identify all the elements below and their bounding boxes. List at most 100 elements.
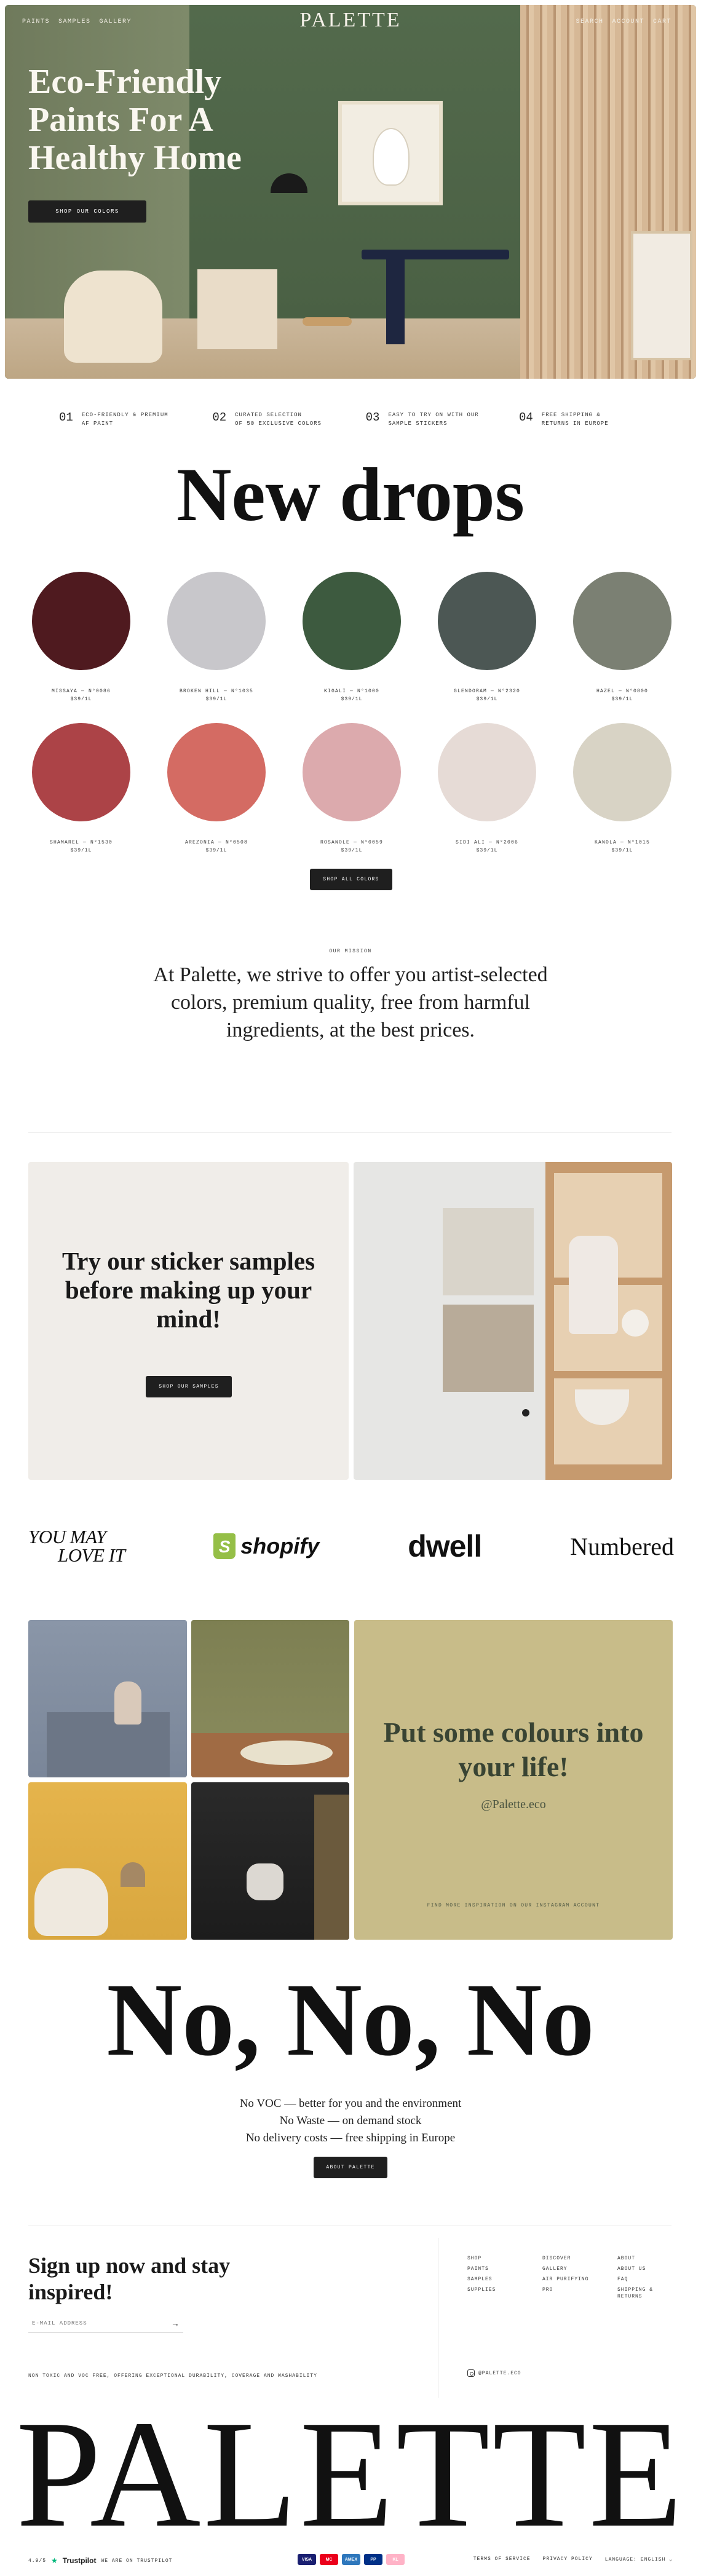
new-drops-title: New drops — [176, 452, 525, 537]
no-no-no-line: No delivery costs — free shipping in Eur… — [245, 2132, 456, 2144]
hero-sofa — [64, 271, 162, 363]
footer-column-shop: SHOP PAINTS SAMPLES SUPPLIES — [467, 2255, 520, 2300]
shopify-bag-icon: S — [213, 1533, 236, 1559]
logo-line: LOVE IT — [58, 1544, 125, 1566]
color-swatch[interactable]: GLENDORAM — N°2320 $39/1L — [438, 572, 536, 702]
sticker-promo-title: Try our sticker samples before making up… — [61, 1247, 315, 1333]
color-swatch[interactable]: MISSAYA — N°0086 $39/1L — [32, 572, 130, 702]
footer-link[interactable]: SHIPPING & RETURNS — [617, 2286, 670, 2300]
sample-sticker-light — [443, 1208, 534, 1295]
feature-text: CURATED SELECTION OF 50 EXCLUSIVE COLORS — [235, 412, 322, 427]
color-swatch[interactable]: HAZEL — N°0800 $39/1L — [573, 572, 671, 702]
shopify-wordmark: shopify — [240, 1533, 320, 1559]
about-palette-button[interactable]: ABOUT PALETTE — [314, 2157, 387, 2178]
swatch-price: $39/1L — [476, 697, 498, 702]
instagram-handle[interactable]: @Palette.eco — [354, 1798, 673, 1812]
gallery-image[interactable] — [28, 1620, 187, 1777]
feature-text: ECO-FRIENDLY & PREMIUM AF PAINT — [81, 412, 168, 427]
swatch-name: KANOLA — N°1015 — [594, 840, 650, 845]
swatch-price: $39/1L — [476, 848, 498, 853]
swatch-circle[interactable] — [573, 572, 671, 670]
footer-link[interactable]: PRO — [542, 2286, 595, 2293]
swatch-price: $39/1L — [341, 848, 363, 853]
section-divider — [28, 1132, 671, 1133]
submit-arrow-icon[interactable]: → — [171, 2318, 180, 2328]
footer-link[interactable]: ABOUT US — [617, 2266, 670, 2272]
swatch-name: KIGALI — N°1000 — [323, 689, 379, 694]
hero-wall-art — [338, 101, 443, 205]
color-swatch[interactable]: AREZONIA — N°0508 $39/1L — [167, 723, 266, 853]
swatch-name: AREZONIA — N°0508 — [184, 840, 248, 845]
payment-card-icon: PP — [364, 2554, 382, 2565]
swatch-circle[interactable] — [438, 572, 536, 670]
color-swatch[interactable]: KANOLA — N°1015 $39/1L — [573, 723, 671, 853]
swatch-circle[interactable] — [303, 572, 401, 670]
swatch-circle[interactable] — [573, 723, 671, 821]
nav-search[interactable]: SEARCH — [576, 18, 603, 25]
footer-heading: DISCOVER — [542, 2256, 571, 2261]
utility-nav: SEARCH ACCOUNT CART — [576, 18, 671, 25]
swatch-name: GLENDORAM — N°2320 — [453, 689, 520, 694]
gallery-image[interactable] — [191, 1620, 349, 1777]
footer-link[interactable]: SUPPLIES — [467, 2286, 520, 2293]
feature-strip: 01 ECO-FRIENDLY & PREMIUM AF PAINT 02 CURA… — [59, 411, 662, 428]
color-swatch[interactable]: KIGALI — N°1000 $39/1L — [303, 572, 401, 702]
swatch-circle[interactable] — [167, 572, 266, 670]
footer-link[interactable]: SAMPLES — [467, 2276, 520, 2283]
privacy-link[interactable]: PRIVACY POLICY — [543, 2556, 593, 2562]
trustpilot-wordmark: Trustpilot — [62, 2556, 97, 2565]
footer-link[interactable]: AIR PURIFYING — [542, 2276, 595, 2283]
terms-link[interactable]: TERMS OF SERVICE — [473, 2556, 531, 2562]
swatch-price: $39/1L — [205, 848, 228, 853]
shop-colors-button[interactable]: SHOP OUR COLORS — [28, 200, 146, 223]
footer-column-discover: DISCOVER GALLERY AIR PURIFYING PRO — [542, 2255, 595, 2300]
no-no-no-title: No, No, No — [106, 1962, 595, 2077]
footer-link-columns: SHOP PAINTS SAMPLES SUPPLIES DISCOVER GA… — [467, 2255, 676, 2300]
signup-title: Sign up now and stay inspired! — [28, 2253, 231, 2304]
swatch-circle[interactable] — [32, 572, 130, 670]
footer-link[interactable]: PAINTS — [467, 2266, 520, 2272]
swatch-circle[interactable] — [32, 723, 130, 821]
sample-shelf-image — [354, 1162, 672, 1480]
press-logos: YOU MAY LOVE IT Sshopify dwell Numbered — [28, 1525, 674, 1568]
trustpilot-badge[interactable]: 4.9/5 ★ Trustpilot WE ARE ON TRUSTPILOT — [28, 2556, 172, 2565]
gallery-image[interactable] — [28, 1782, 187, 1940]
footer-link[interactable]: FAQ — [617, 2276, 670, 2283]
shop-samples-button[interactable]: SHOP OUR SAMPLES — [146, 1376, 232, 1397]
footer-heading: ABOUT — [617, 2256, 636, 2261]
color-swatch[interactable]: ROSANOLE — N°0059 $39/1L — [303, 723, 401, 853]
mission-label: OUR MISSION — [329, 949, 372, 954]
email-signup-field: → — [28, 2314, 183, 2333]
feature-item: 03 EASY TO TRY ON WITH OUR SAMPLE STICKER… — [366, 411, 509, 428]
nav-cart[interactable]: CART — [653, 18, 671, 25]
swatch-circle[interactable] — [303, 723, 401, 821]
color-swatch[interactable]: SIDI ALI — N°2006 $39/1L — [438, 723, 536, 853]
nav-account[interactable]: ACCOUNT — [612, 18, 644, 25]
payment-card-icon: MC — [320, 2554, 338, 2565]
feature-number: 01 — [59, 411, 73, 424]
color-swatch[interactable]: SHAMAREL — N°1530 $39/1L — [32, 723, 130, 853]
swatch-price: $39/1L — [611, 697, 633, 702]
email-input[interactable] — [32, 2320, 155, 2326]
footer-link[interactable]: GALLERY — [542, 2266, 595, 2272]
swatch-circle[interactable] — [438, 723, 536, 821]
language-select[interactable]: LANGUAGE: ENGLISH ⌄ — [605, 2556, 673, 2562]
gallery-rug — [240, 1740, 333, 1765]
gallery-image[interactable] — [191, 1782, 349, 1940]
payment-card-icon: VISA — [298, 2554, 316, 2565]
swatch-price: $39/1L — [341, 697, 363, 702]
hero-cabinet — [197, 269, 277, 349]
dwell-logo: dwell — [408, 1529, 482, 1563]
feature-item: 01 ECO-FRIENDLY & PREMIUM AF PAINT — [59, 411, 202, 428]
instagram-card[interactable]: Put some colours into your life! @Palett… — [354, 1620, 673, 1940]
gallery-lamp — [121, 1862, 145, 1887]
swatch-price: $39/1L — [70, 697, 92, 702]
feature-number: 04 — [518, 411, 533, 424]
footer-instagram-link[interactable]: @PALETTE.ECO — [467, 2369, 521, 2377]
shop-all-colors-button[interactable]: SHOP ALL COLORS — [310, 869, 392, 890]
color-swatch[interactable]: BROKEN HILL — N°1035 $39/1L — [167, 572, 266, 702]
swatch-circle[interactable] — [167, 723, 266, 821]
swatch-name: ROSANOLE — N°0059 — [320, 840, 383, 845]
instagram-footnote: FIND MORE INSPIRATION ON OUR INSTAGRAM A… — [427, 1903, 600, 1908]
you-may-love-it-logo: YOU MAY LOVE IT — [28, 1527, 125, 1566]
